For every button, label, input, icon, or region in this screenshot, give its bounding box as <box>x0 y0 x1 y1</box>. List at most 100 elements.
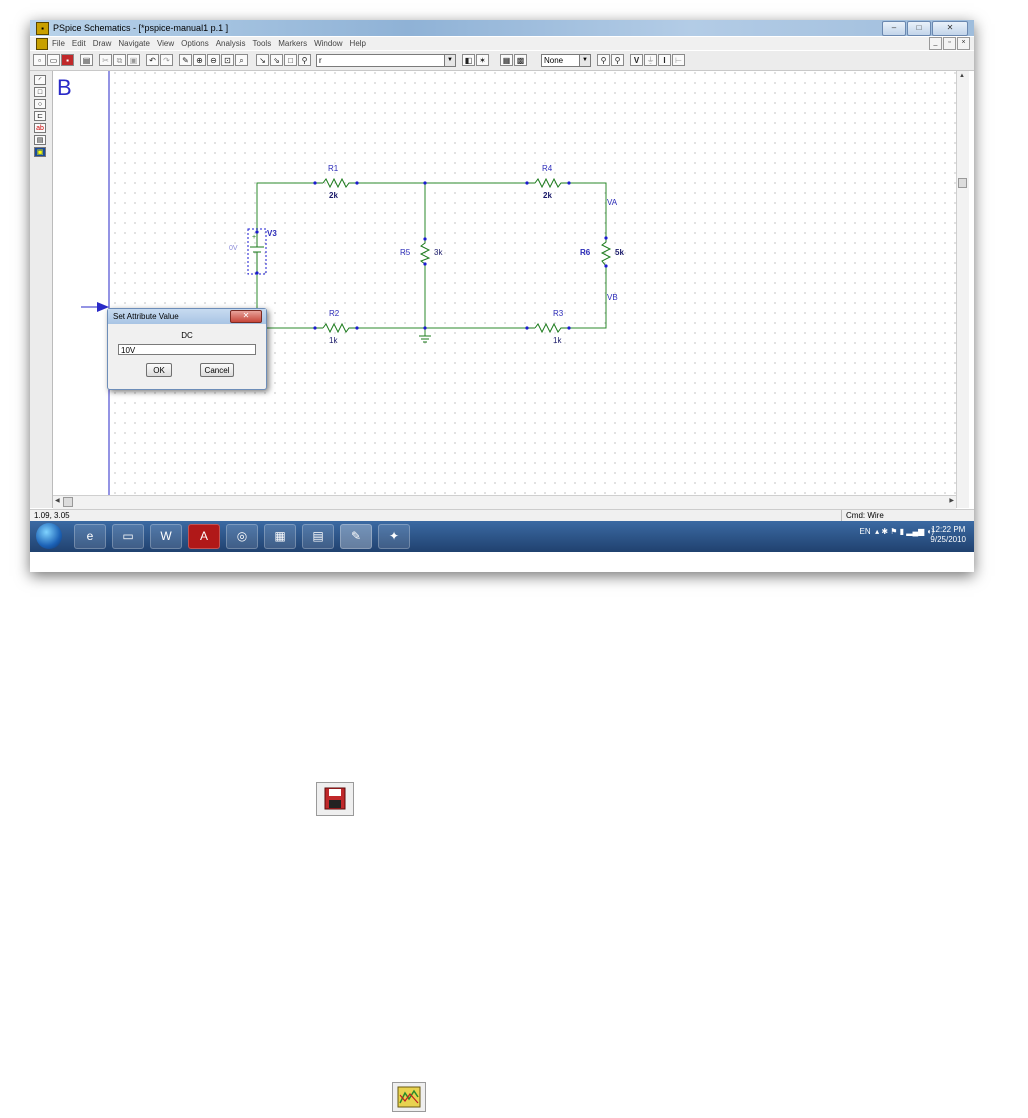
zoom-out-icon[interactable]: ⊖ <box>207 54 220 66</box>
attribute-name-label: DC <box>181 331 193 340</box>
maximize-button[interactable]: □ <box>907 21 931 36</box>
setup-analysis-icon[interactable]: ▦ <box>500 54 513 66</box>
horizontal-scrollbar[interactable]: ◀ ▶ <box>53 495 956 509</box>
windows-taskbar: e ▭ W A ◎ ▦ ▤ ✎ ✦ EN ▴ ✱ ⚑ ▮ ▂▄▆ ◖) 12:2… <box>30 521 974 552</box>
menu-analysis[interactable]: Analysis <box>216 39 246 48</box>
dialog-title: Set Attribute Value <box>113 312 179 321</box>
menu-help[interactable]: Help <box>350 39 366 48</box>
copy-icon[interactable]: ⧉ <box>113 54 126 66</box>
part-name-combo[interactable]: r ▼ <box>316 54 456 67</box>
redraw-icon[interactable]: ✎ <box>179 54 192 66</box>
internet-explorer-icon[interactable]: e <box>74 524 106 549</box>
title-bar[interactable]: ▪ PSpice Schematics - [*pspice-manual1 p… <box>30 20 974 36</box>
dialog-app-icon[interactable]: ▤ <box>302 524 334 549</box>
cancel-button[interactable]: Cancel <box>200 363 234 377</box>
pspice-app-icon[interactable]: ✎ <box>340 524 372 549</box>
clock[interactable]: 12:22 PM 9/25/2010 <box>930 525 966 545</box>
dialog-close-button[interactable]: ✕ <box>230 310 262 323</box>
r5-value: 3k <box>434 248 443 257</box>
mdi-restore-button[interactable]: ▫ <box>943 37 956 50</box>
open-folder-icon[interactable]: ▭ <box>47 54 60 66</box>
text-box-icon[interactable]: ▤ <box>34 135 46 145</box>
zoom-fit-icon[interactable]: ⌕ <box>235 54 248 66</box>
r3-value: 1k <box>553 336 562 345</box>
simulate-icon[interactable]: ▩ <box>514 54 527 66</box>
menu-tools[interactable]: Tools <box>253 39 272 48</box>
document-icon[interactable] <box>36 37 48 50</box>
get-part-icon[interactable]: ⚲ <box>298 54 311 66</box>
voltage-marker-icon[interactable]: V <box>630 54 643 66</box>
picture-icon[interactable]: ▣ <box>34 147 46 157</box>
attribute-value-input[interactable]: 10V <box>118 344 256 355</box>
menu-draw[interactable]: Draw <box>93 39 112 48</box>
net-label-vb: VB <box>607 293 618 302</box>
ok-button[interactable]: OK <box>146 363 172 377</box>
menu-window[interactable]: Window <box>314 39 342 48</box>
mdi-minimize-button[interactable]: _ <box>929 37 942 50</box>
tray-icons[interactable]: ▴ ✱ ⚑ ▮ ▂▄▆ ◖) <box>873 527 934 536</box>
minimize-button[interactable]: – <box>882 21 906 36</box>
probe-icon[interactable]: ⚲ <box>597 54 610 66</box>
chevron-down-icon[interactable]: ▼ <box>579 55 590 66</box>
draw-text-icon[interactable]: ab <box>34 123 46 133</box>
cut-icon[interactable]: ✂ <box>99 54 112 66</box>
display-combo[interactable]: None ▼ <box>541 54 591 67</box>
edit-attributes-icon[interactable]: ◧ <box>462 54 475 66</box>
close-button[interactable]: ✕ <box>932 21 968 36</box>
print-icon[interactable]: ▤ <box>80 54 93 66</box>
menu-options[interactable]: Options <box>181 39 209 48</box>
menu-view[interactable]: View <box>157 39 174 48</box>
draw-polyline-icon[interactable]: ⊏ <box>34 111 46 121</box>
draw-wire-icon[interactable]: ↘ <box>256 54 269 66</box>
new-file-icon[interactable]: ▫ <box>33 54 46 66</box>
r4-name: R4 <box>542 164 553 173</box>
schematic-canvas[interactable]: B A R1 2k R4 2k <box>53 71 956 508</box>
system-tray: EN ▴ ✱ ⚑ ▮ ▂▄▆ ◖) <box>860 527 934 536</box>
draw-arc-icon[interactable]: ◜ <box>34 75 46 85</box>
scroll-up-icon[interactable]: ▲ <box>959 73 965 79</box>
undo-icon[interactable]: ↶ <box>146 54 159 66</box>
menu-file[interactable]: File <box>52 39 65 48</box>
current-marker-icon[interactable]: I <box>658 54 671 66</box>
start-button-icon[interactable] <box>36 523 62 549</box>
r1-value: 2k <box>329 191 338 200</box>
vdiff-marker-icon[interactable]: ⏚ <box>644 54 657 66</box>
draw-circle-icon[interactable]: ○ <box>34 99 46 109</box>
cursor-coordinates: 1.09, 3.05 <box>34 511 70 520</box>
paste-icon[interactable]: ▣ <box>127 54 140 66</box>
draw-box-icon[interactable]: □ <box>34 87 46 97</box>
vertical-scroll-thumb[interactable] <box>958 178 967 188</box>
draw-bus-icon[interactable]: ⇘ <box>270 54 283 66</box>
language-indicator[interactable]: EN <box>860 527 871 536</box>
polarity-plus: + <box>252 234 256 241</box>
word-icon[interactable]: W <box>150 524 182 549</box>
scroll-right-icon[interactable]: ▶ <box>949 497 954 504</box>
scroll-left-icon[interactable]: ◀ <box>55 497 60 504</box>
chevron-down-icon[interactable]: ▼ <box>444 55 455 66</box>
redo-icon[interactable]: ↷ <box>160 54 173 66</box>
menu-navigate[interactable]: Navigate <box>118 39 150 48</box>
horizontal-scroll-thumb[interactable] <box>63 497 73 507</box>
r2-value: 1k <box>329 336 338 345</box>
mdi-close-button[interactable]: × <box>957 37 970 50</box>
archive-icon[interactable]: ▦ <box>264 524 296 549</box>
menu-edit[interactable]: Edit <box>72 39 86 48</box>
dialog-title-bar[interactable]: Set Attribute Value ✕ <box>108 309 266 324</box>
v3-value: 0V <box>229 245 238 252</box>
enable-bias-display-icon[interactable]: ⚲ <box>611 54 624 66</box>
menu-markers[interactable]: Markers <box>278 39 307 48</box>
draw-block-icon[interactable]: □ <box>284 54 297 66</box>
acrobat-icon[interactable]: A <box>188 524 220 549</box>
zoom-in-icon[interactable]: ⊕ <box>193 54 206 66</box>
vertical-scrollbar[interactable]: ▲ <box>956 71 969 508</box>
save-icon[interactable]: ▪ <box>61 54 74 66</box>
command-status: Cmd: Wire <box>841 510 964 521</box>
sync-icon[interactable]: ◎ <box>226 524 258 549</box>
paint-icon[interactable]: ✦ <box>378 524 410 549</box>
pspice-window: ▪ PSpice Schematics - [*pspice-manual1 p… <box>30 20 974 552</box>
power-marker-icon[interactable]: ⊢ <box>672 54 685 66</box>
r4-value: 2k <box>543 191 552 200</box>
zoom-area-icon[interactable]: ⊡ <box>221 54 234 66</box>
file-explorer-icon[interactable]: ▭ <box>112 524 144 549</box>
edit-symbol-icon[interactable]: ✶ <box>476 54 489 66</box>
